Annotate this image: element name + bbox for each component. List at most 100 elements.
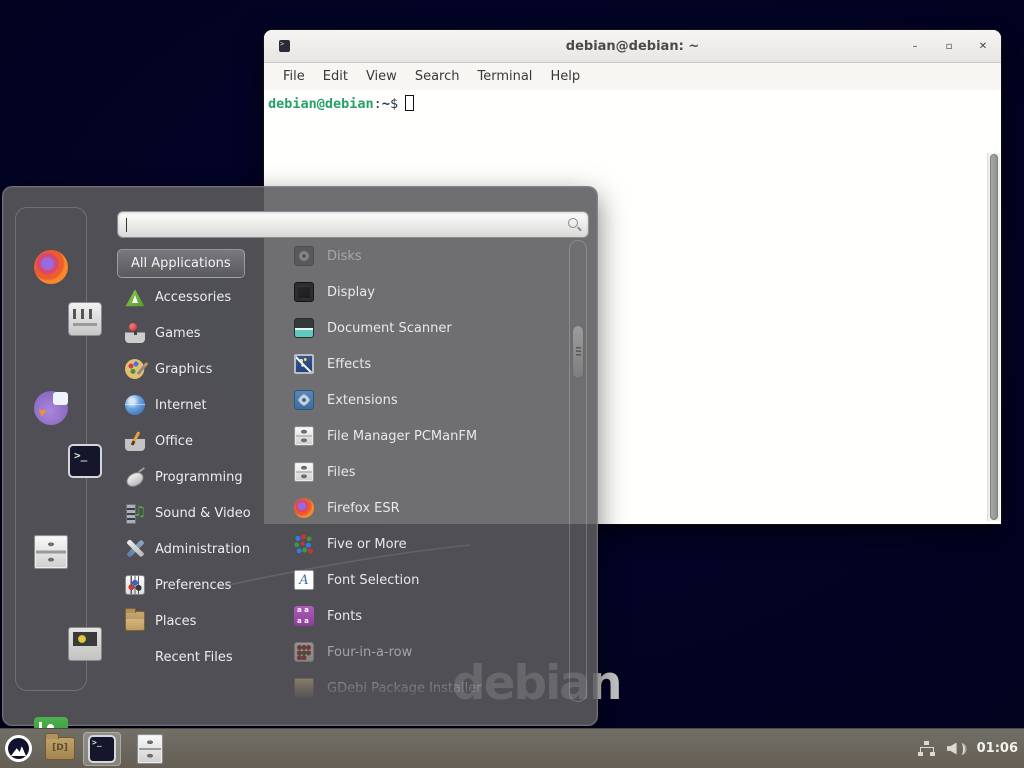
prompt-path: ~ — [382, 96, 390, 112]
firefox-icon — [294, 498, 314, 518]
app-item-firefox-esr[interactable]: Firefox ESR — [280, 490, 565, 526]
app-label: Firefox ESR — [327, 501, 400, 516]
lock-screen-icon[interactable] — [68, 627, 102, 661]
menubar-item-help[interactable]: Help — [541, 69, 589, 84]
app-item-disks[interactable]: Disks — [280, 238, 565, 274]
category-item-internet[interactable]: Internet — [117, 387, 279, 423]
app-label: Disks — [327, 249, 362, 264]
maximize-button[interactable]: ▫ — [943, 42, 955, 52]
firefox-icon[interactable] — [34, 250, 68, 284]
network-icon[interactable] — [918, 741, 935, 757]
places-icon — [125, 611, 145, 631]
category-item-office[interactable]: Office — [117, 423, 279, 459]
terminal-window-title: debian@debian: ~ — [264, 39, 1001, 54]
menubar-item-edit[interactable]: Edit — [314, 69, 357, 84]
menu-search-input[interactable] — [117, 211, 589, 238]
app-item-extensions[interactable]: Extensions — [280, 382, 565, 418]
document-scanner-icon — [294, 318, 314, 338]
minimize-button[interactable]: – — [909, 42, 921, 52]
programming-icon — [125, 467, 145, 487]
category-label: Places — [155, 614, 196, 629]
control-center-icon[interactable] — [68, 302, 102, 336]
all-applications-button[interactable]: All Applications — [117, 249, 245, 278]
extensions-icon — [294, 390, 314, 410]
accessories-icon — [125, 287, 145, 307]
app-item-four-in-a-row[interactable]: Four-in-a-row — [280, 634, 565, 670]
category-item-games[interactable]: Games — [117, 315, 279, 351]
category-item-programming[interactable]: Programming — [117, 459, 279, 495]
category-label: Internet — [155, 398, 207, 413]
menu-scrollbar-track[interactable] — [569, 240, 587, 702]
app-label: Font Selection — [327, 573, 419, 588]
games-icon — [125, 323, 145, 343]
prompt-symbol: $ — [390, 96, 398, 112]
file-manager-icon — [294, 426, 314, 446]
volume-icon[interactable] — [947, 741, 965, 757]
menubar-item-search[interactable]: Search — [406, 69, 469, 84]
category-item-administration[interactable]: Administration — [117, 531, 279, 567]
desktop-folder-icon[interactable] — [45, 737, 75, 760]
menubar-item-view[interactable]: View — [357, 69, 406, 84]
app-item-font-selection[interactable]: Font Selection — [280, 562, 565, 598]
taskbar-clock[interactable]: 01:06 — [977, 741, 1018, 756]
category-item-accessories[interactable]: Accessories — [117, 279, 279, 315]
terminal-cursor — [405, 95, 414, 111]
category-item-places[interactable]: Places — [117, 603, 279, 639]
terminal-taskbar-item[interactable] — [83, 732, 121, 766]
category-label: Graphics — [155, 362, 212, 377]
files-taskbar-item[interactable] — [137, 734, 163, 764]
terminal-titlebar[interactable]: debian@debian: ~ – ▫ ✕ — [264, 30, 1001, 63]
app-label: Five or More — [327, 537, 407, 552]
category-label: Office — [155, 434, 193, 449]
menubar-item-terminal[interactable]: Terminal — [468, 69, 541, 84]
terminal-scrollbar[interactable] — [987, 153, 1000, 521]
search-caret — [126, 218, 127, 232]
app-item-files[interactable]: Files — [280, 454, 565, 490]
display-icon — [294, 282, 314, 302]
category-label: Sound & Video — [155, 506, 251, 521]
category-item-graphics[interactable]: Graphics — [117, 351, 279, 387]
category-label: Accessories — [155, 290, 231, 305]
app-label: Files — [327, 465, 356, 480]
app-item-file-manager-pcmanfm[interactable]: File Manager PCManFM — [280, 418, 565, 454]
terminal-icon[interactable] — [68, 444, 102, 478]
menu-scrollbar-thumb[interactable] — [572, 325, 584, 379]
app-label: File Manager PCManFM — [327, 429, 477, 444]
terminal-prompt: debian@debian:~$ — [268, 95, 414, 112]
taskbar: 01:06 — [0, 728, 1024, 768]
window-controls: – ▫ ✕ — [909, 30, 989, 63]
terminal-scrollbar-thumb[interactable] — [990, 154, 998, 520]
category-item-preferences[interactable]: Preferences — [117, 567, 279, 603]
file-manager-icon[interactable] — [34, 535, 68, 569]
app-item-effects[interactable]: Effects — [280, 346, 565, 382]
app-label: Four-in-a-row — [327, 645, 412, 660]
app-label: GDebi Package Installer — [327, 681, 482, 696]
app-item-gdebi-package-installer[interactable]: GDebi Package Installer — [280, 670, 565, 706]
terminal-menubar: FileEditViewSearchTerminalHelp — [264, 63, 1001, 90]
app-item-fonts[interactable]: Fonts — [280, 598, 565, 634]
app-label: Document Scanner — [327, 321, 452, 336]
office-icon — [125, 431, 145, 451]
pidgin-icon[interactable] — [34, 391, 68, 425]
menubar-item-file[interactable]: File — [274, 69, 314, 84]
internet-icon — [125, 395, 145, 415]
effects-icon — [294, 354, 314, 374]
menu-button-icon[interactable] — [5, 735, 32, 762]
category-item-sound-video[interactable]: Sound & Video — [117, 495, 279, 531]
category-label: Programming — [155, 470, 243, 485]
category-label: Preferences — [155, 578, 231, 593]
application-list: Disks Display Document Scanner Effects Exten… — [280, 238, 565, 706]
app-label: Extensions — [327, 393, 398, 408]
category-label: Recent Files — [155, 650, 233, 665]
app-item-display[interactable]: Display — [280, 274, 565, 310]
category-item-recent-files[interactable]: Recent Files — [117, 639, 279, 675]
app-item-document-scanner[interactable]: Document Scanner — [280, 310, 565, 346]
app-label: Display — [327, 285, 375, 300]
app-item-five-or-more[interactable]: Five or More — [280, 526, 565, 562]
category-list: Accessories Games Graphics Internet Office Pr… — [117, 279, 279, 675]
close-button[interactable]: ✕ — [977, 42, 989, 52]
disks-icon — [294, 246, 314, 266]
font-selection-icon — [294, 570, 314, 590]
category-label: Administration — [155, 542, 250, 557]
app-label: Fonts — [327, 609, 362, 624]
